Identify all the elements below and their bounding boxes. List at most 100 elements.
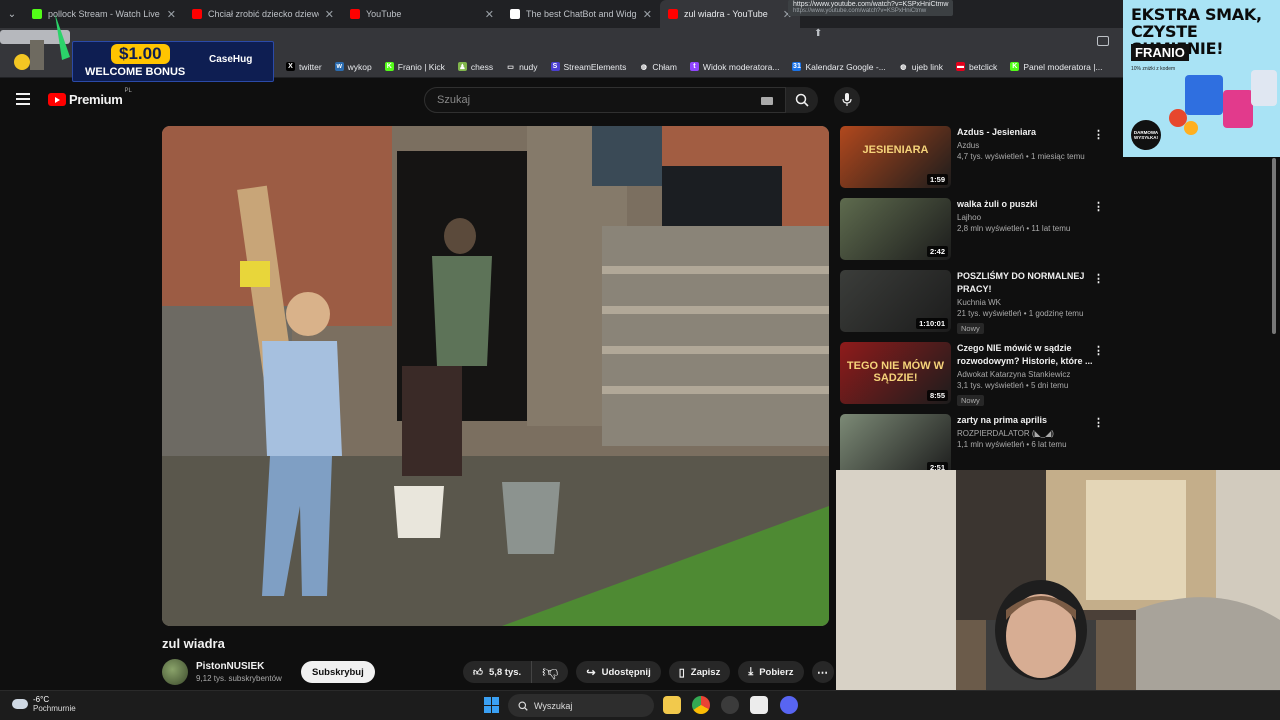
tab-favicon-icon	[350, 9, 360, 19]
like-button[interactable]: 👍︎ 5,8 tys.	[463, 661, 533, 683]
recommendation-item[interactable]: 1:10:01 POSZLIŚMY DO NORMALNEJ PRACY! Kuch…	[840, 270, 1112, 338]
recommendation-channel[interactable]: ROZPIERDALATOR (◣_◢)	[957, 429, 1097, 438]
scrollbar[interactable]	[1272, 158, 1276, 334]
bookmark-label: twitter	[299, 61, 322, 72]
recommendation-thumbnail[interactable]: 1:10:01	[840, 270, 951, 332]
recommendation-item[interactable]: TEGO NIE MÓW W SĄDZIE! 8:55 Czego NIE mówi…	[840, 342, 1112, 410]
bookmark-label: Franio | Kick	[397, 61, 445, 72]
browser-tab[interactable]: YouTube ✕	[342, 0, 502, 28]
discord-icon[interactable]	[780, 696, 798, 714]
thumbs-up-icon: 👍︎	[473, 667, 483, 678]
close-tab-icon[interactable]: ✕	[325, 8, 334, 21]
bookmark-label: wykop	[347, 61, 372, 72]
bookmark-item[interactable]: K Franio | Kick	[384, 61, 445, 72]
window-app-icon[interactable]	[750, 696, 768, 714]
recommendation-thumbnail[interactable]: 2:51	[840, 414, 951, 476]
bookmark-item[interactable]: ▭ nudy	[506, 62, 538, 72]
recommendation-views: 21 tys. wyświetleń • 1 godzinę temu	[957, 309, 1084, 318]
video-player[interactable]	[162, 126, 829, 626]
recommendation-title[interactable]: walka żuli o puszki	[957, 198, 1097, 211]
browser-tab[interactable]: zul wiadra - YouTube✕	[660, 0, 800, 28]
close-tab-icon[interactable]: ✕	[643, 8, 652, 21]
bonus-brand: CaseHug	[209, 54, 253, 65]
keyboard-icon[interactable]	[761, 97, 773, 105]
recommendation-views: 3,1 tys. wyświetleń • 5 dni temu	[957, 381, 1069, 390]
file-explorer-icon[interactable]	[663, 696, 681, 714]
more-options-icon[interactable]: ⋮	[1093, 416, 1104, 429]
more-actions-icon[interactable]: ⋯	[811, 661, 834, 683]
weather-widget[interactable]: -6°C Pochmurnie	[12, 695, 76, 713]
search-input[interactable]	[437, 94, 737, 106]
logo-region: PL	[124, 88, 132, 94]
menu-icon[interactable]	[16, 93, 30, 105]
recommendation-channel[interactable]: Lajhoo	[957, 213, 1097, 222]
more-options-icon[interactable]: ⋮	[1093, 200, 1104, 213]
bookmark-item[interactable]: ◍ Chłam	[639, 62, 677, 72]
recommendation-channel[interactable]: Azdus	[957, 141, 1097, 150]
taskbar-search[interactable]: Wyszukaj	[508, 694, 654, 717]
subscribe-button[interactable]: Subskrybuj	[301, 661, 375, 683]
tooltip-url-secondary: https://www.youtube.com/watch?v=KSPxHniC…	[793, 8, 927, 14]
youtube-logo[interactable]: Premium PL	[48, 88, 132, 107]
recommendation-channel[interactable]: Adwokat Katarzyna Stankiewicz	[957, 370, 1097, 379]
search-button[interactable]	[786, 87, 818, 113]
youtube-play-icon	[48, 93, 66, 106]
new-badge: Nowy	[957, 395, 984, 406]
save-label: Zapisz	[690, 666, 721, 678]
bookmark-item[interactable]: w wykop	[334, 61, 372, 72]
bookmark-label: Kalendarz Google -...	[805, 61, 886, 72]
app-icon[interactable]	[721, 696, 739, 714]
taskbar-search-placeholder: Wyszukaj	[534, 700, 573, 711]
recommendation-title[interactable]: POSZLIŚMY DO NORMALNEJ PRACY!	[957, 270, 1097, 296]
more-options-icon[interactable]: ⋮	[1093, 128, 1104, 141]
recommendation-channel[interactable]: Kuchnia WK	[957, 298, 1097, 307]
kick-icon: K	[384, 62, 394, 71]
bookmark-item[interactable]: K Panel moderatora |...	[1010, 62, 1103, 72]
like-dislike-group: 👍︎ 5,8 tys. 👎︎	[463, 661, 569, 683]
recommendation-title[interactable]: Czego NIE mówić w sądzie rozwodowym? His…	[957, 342, 1097, 368]
install-app-icon[interactable]	[1097, 36, 1109, 46]
bookmark-item[interactable]: ♟ chess	[457, 62, 493, 72]
browser-tab[interactable]: The best ChatBot and Widgets ✕	[502, 0, 660, 28]
video-duration: 1:10:01	[916, 318, 948, 329]
bookmark-item[interactable]: S StreamElements	[550, 62, 626, 72]
cloud-icon	[12, 699, 28, 709]
twitch-icon: t	[689, 62, 699, 71]
save-button[interactable]: ▯ Zapisz	[668, 661, 731, 683]
globe-icon: ◍	[898, 62, 908, 71]
new-badge: Nowy	[957, 323, 984, 334]
bookmark-item[interactable]: Xtwitter	[286, 62, 322, 72]
dislike-button[interactable]: 👎︎	[532, 661, 568, 683]
recommendation-item[interactable]: 2:42 walka żuli o puszki Lajhoo 2,8 mln wyś…	[840, 198, 1112, 266]
recommendation-title[interactable]: Azdus - Jesieniara	[957, 126, 1097, 139]
windows-start-icon[interactable]	[484, 697, 500, 713]
video-duration: 2:42	[926, 246, 948, 257]
recommendation-thumbnail[interactable]: 2:42	[840, 198, 951, 260]
microphone-icon	[842, 93, 852, 106]
download-button[interactable]: ⤓ Pobierz	[738, 661, 804, 683]
bookmark-item[interactable]: 31 Kalendarz Google -...	[792, 61, 886, 72]
more-options-icon[interactable]: ⋮	[1093, 272, 1104, 285]
bookmark-label: Widok moderatora...	[702, 61, 780, 72]
close-tab-icon[interactable]: ✕	[485, 8, 494, 21]
channel-owner: PistonNUSIEK 9,12 tys. subskrybentów	[162, 659, 282, 685]
voice-search-button[interactable]	[834, 87, 860, 113]
recommendation-item[interactable]: JESIENIARA 1:59 Azdus - Jesieniara Azdus 4,7…	[840, 126, 1112, 194]
recommendation-thumbnail[interactable]: TEGO NIE MÓW W SĄDZIE! 8:55	[840, 342, 951, 404]
recommendation-thumbnail[interactable]: JESIENIARA 1:59	[840, 126, 951, 188]
bonus-banner[interactable]: $1.00 WELCOME BONUS CaseHug	[72, 41, 274, 82]
bookmark-item[interactable]: ▬ betclick	[955, 62, 997, 72]
more-options-icon[interactable]: ⋮	[1093, 344, 1104, 357]
channel-avatar[interactable]	[162, 659, 188, 685]
bookmark-item[interactable]: ◍ ujeb link	[898, 62, 943, 72]
youtube-header: Premium PL	[0, 78, 1120, 122]
tooltip-url: https://www.youtube.com/watch?v=KSPxHniC…	[793, 1, 949, 8]
channel-name[interactable]: PistonNUSIEK	[196, 661, 282, 672]
bonus-text: WELCOME BONUS	[85, 66, 186, 78]
chrome-icon[interactable]	[692, 696, 710, 714]
recommendation-title[interactable]: zarty na prima aprilis	[957, 414, 1097, 427]
recommendation-views: 1,1 mln wyświetleń • 6 lat temu	[957, 440, 1067, 449]
gun-graphic-icon	[0, 14, 70, 70]
share-button[interactable]: ↪ Udostępnij	[576, 661, 661, 683]
bookmark-item[interactable]: t Widok moderatora...	[689, 61, 780, 72]
